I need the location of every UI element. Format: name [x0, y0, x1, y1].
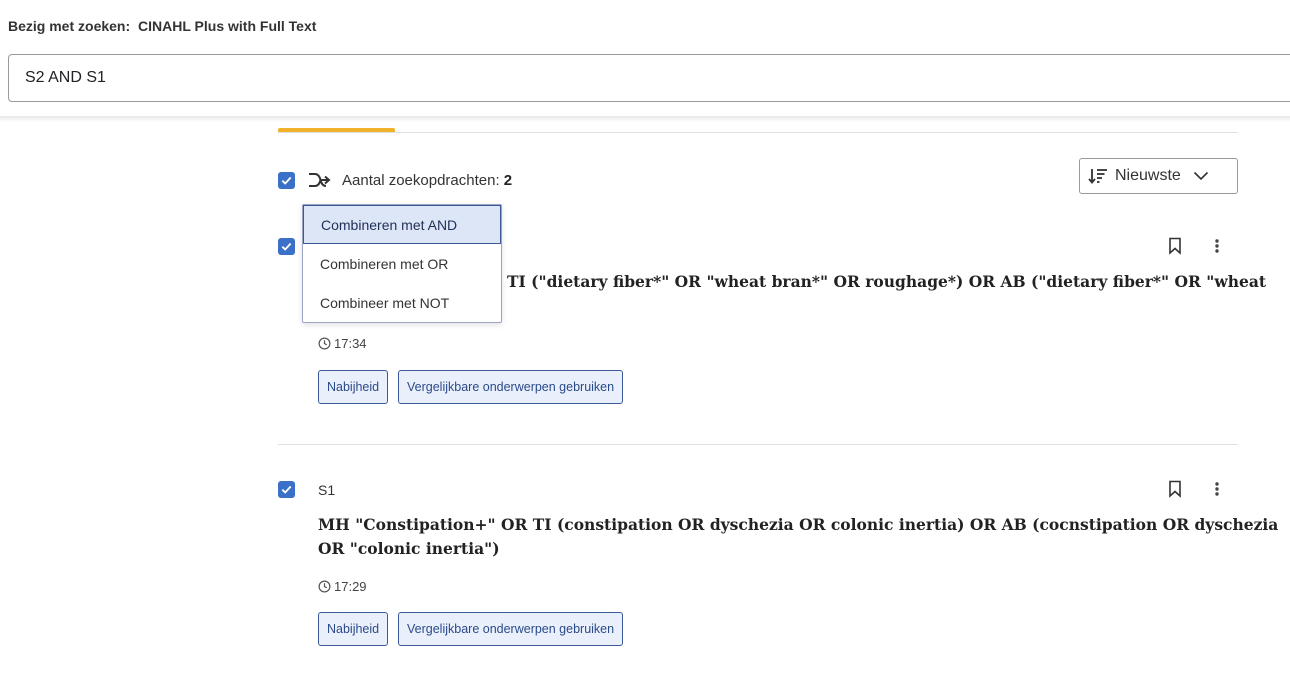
row-s2-checkbox[interactable] [278, 238, 295, 255]
combine-not-option[interactable]: Combineer met NOT [303, 283, 501, 322]
header-shadow [0, 116, 1290, 122]
search-input[interactable] [9, 55, 1290, 101]
combine-and-option[interactable]: Combineren met AND [303, 205, 501, 244]
row-s2-time: 17:34 [318, 336, 367, 351]
clock-icon [318, 337, 331, 350]
row-s2-proximity-button[interactable]: Nabijheid [318, 370, 389, 404]
search-count-label: Aantal zoekopdrachten: [342, 172, 500, 189]
row-s1-time-value: 17:29 [334, 579, 367, 594]
select-all-checkbox[interactable] [278, 172, 295, 189]
clock-icon [318, 580, 331, 593]
searching-label: Bezig met zoeken: CINAHL Plus with Full … [8, 18, 316, 34]
check-icon [281, 485, 292, 494]
row-s2-query[interactable]: TI ("dietary fiber*" OR "wheat bran*" OR… [507, 270, 1266, 294]
combine-or-option[interactable]: Combineren met OR [303, 244, 501, 283]
search-count-value: 2 [503, 172, 513, 189]
combine-icon[interactable] [307, 170, 331, 190]
row-divider [278, 444, 1238, 445]
row-s1-time: 17:29 [318, 579, 367, 594]
row-s1-query-line2: OR "colonic inertia") [318, 539, 500, 558]
search-count: Aantal zoekopdrachten: 2 [342, 172, 512, 189]
check-icon [281, 176, 292, 185]
check-icon [281, 242, 292, 251]
bookmark-icon[interactable] [1166, 236, 1184, 256]
row-s2-equivalent-subjects-button[interactable]: Vergelijkbare onderwerpen gebruiken [398, 370, 624, 404]
row-s1-query[interactable]: MH "Constipation+" OR TI (constipation O… [318, 513, 1278, 561]
search-box[interactable] [8, 54, 1290, 102]
row-s2-time-value: 17:34 [334, 336, 367, 351]
row-s1-equivalent-subjects-button[interactable]: Vergelijkbare onderwerpen gebruiken [398, 612, 624, 646]
row-s1-query-line1: MH "Constipation+" OR TI (constipation O… [318, 515, 1279, 534]
sort-button[interactable]: Nieuwste [1079, 158, 1238, 194]
more-options-icon[interactable] [1208, 479, 1226, 499]
searching-prefix: Bezig met zoeken: [8, 18, 131, 34]
more-options-icon[interactable] [1208, 236, 1226, 256]
sort-label: Nieuwste [1115, 167, 1181, 184]
sort-icon [1088, 169, 1107, 184]
row-s1-checkbox[interactable] [278, 481, 295, 498]
bookmark-icon[interactable] [1166, 479, 1184, 499]
chevron-down-icon [1193, 171, 1208, 181]
combine-menu: Combineren met AND Combineren met OR Com… [302, 204, 502, 323]
row-s1-id: S1 [318, 482, 336, 498]
tab-divider [278, 132, 1238, 133]
database-name: CINAHL Plus with Full Text [138, 18, 317, 34]
row-s1-proximity-button[interactable]: Nabijheid [318, 612, 389, 646]
